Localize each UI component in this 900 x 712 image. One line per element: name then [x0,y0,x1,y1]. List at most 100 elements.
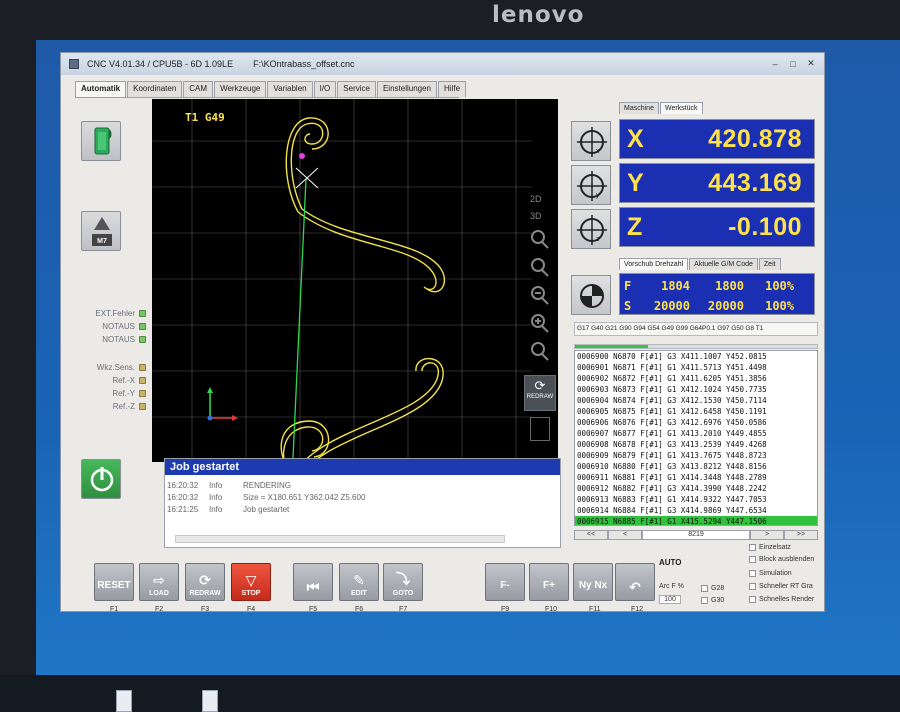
stop-button[interactable]: ▽ STOP [231,563,271,601]
maximize-button[interactable]: □ [785,57,801,70]
nc-line[interactable]: 0006909 N6879 F[#1] G1 X413.7675 Y448.87… [575,450,817,461]
nav-line-field[interactable]: 8219 [642,530,750,540]
active-gcodes: G17 G40 G21 G90 G94 G54 G49 G99 G64P0.1 … [574,322,818,336]
log-horizontal-scrollbar[interactable] [175,535,505,543]
option-simulation[interactable]: Simulation [749,570,792,577]
view-2d-button[interactable]: 2D [530,194,542,204]
reset-button[interactable]: RESET [94,563,134,601]
zero-y-button[interactable]: y [571,165,611,205]
function-key-label: F9 [501,606,510,612]
nc-line[interactable]: 0006906 N6876 F[#1] G3 X412.6976 Y450.05… [575,417,817,428]
tab-zeit[interactable]: Zeit [758,258,781,270]
dro-z: Z -0.100 [619,207,815,247]
nc-line-current[interactable]: 0006915 N6885 F[#1] G1 X415.5294 Y447.15… [575,516,817,525]
nc-line[interactable]: 0006912 N6882 F[#1] G3 X414.3990 Y448.22… [575,483,817,494]
nav-next-button[interactable]: > [750,530,784,540]
f-button[interactable]: F+ [529,563,569,601]
tool-status-label: T1 G49 [185,111,225,124]
tab-hilfe[interactable]: Hilfe [438,81,467,97]
tab-cam[interactable]: CAM [183,81,214,97]
nc-line[interactable]: 0006907 N6877 F[#1] G1 X413.2010 Y449.48… [575,428,817,439]
status-led [139,377,146,384]
tab-service[interactable]: Service [337,81,376,97]
svg-text:y: y [596,192,600,199]
arc-feed-input[interactable]: 100 [659,595,681,604]
nc-program-list[interactable]: 0006900 N6870 F[#1] G3 X411.1007 Y452.08… [574,350,818,526]
ny-nx-button[interactable]: Ny Nx [573,563,613,601]
tab-maschine[interactable]: Maschine [619,102,659,114]
status-ref-y: Ref.-Y [69,389,146,398]
f-button[interactable]: F- [485,563,525,601]
tab-variablen[interactable]: Variablen [267,81,313,97]
tab-werkstueck[interactable]: Werkstück [659,102,703,114]
tab-aktuelle-gm-code[interactable]: Aktuelle G/M Code [689,258,758,270]
minimize-button[interactable]: – [767,57,783,70]
redraw-view-button[interactable]: ⟳ REDRAW [524,375,556,411]
zoom-icon [531,230,549,249]
view-frame-icon[interactable] [530,417,550,441]
nc-line[interactable]: 0006914 N6884 F[#1] G3 X414.9869 Y447.65… [575,505,817,516]
nc-line[interactable]: 0006911 N6881 F[#1] G1 X414.3448 Y448.27… [575,472,817,483]
status-led [139,336,146,343]
option-schnelles-rendern[interactable]: Schnelles Render [749,596,814,603]
tab-koordinaten[interactable]: Koordinaten [127,81,183,97]
goto-button[interactable]: ⤵ GOTO [383,563,423,601]
nc-line[interactable]: 0006902 N6872 F[#1] G1 X411.6205 Y451.38… [575,373,817,384]
edit-icon: ✎ [353,572,365,588]
status-notaus-1: NOTAUS [69,322,146,331]
zoom-fit-icon [531,258,549,277]
m7-coolant-button[interactable]: M7 [81,211,121,251]
checkbox-g30[interactable]: G30 [701,597,724,604]
nc-line[interactable]: 0006901 N6871 F[#1] G1 X411.5713 Y451.44… [575,362,817,373]
nav-prev-button[interactable]: < [608,530,642,540]
desktop-file-icon[interactable] [202,690,218,712]
function-button-label: RESET [97,580,131,591]
tab-einstellungen[interactable]: Einstellungen [376,81,438,97]
checkbox-box [749,570,756,577]
option-einzelsatz[interactable]: Einzelsatz [749,544,791,551]
option-block-ausblenden[interactable]: Block ausblenden [749,556,814,563]
home-button[interactable] [571,275,611,315]
crosshair-z-icon: z [577,215,607,245]
nav-first-button[interactable]: << [574,530,608,540]
skip-back-button[interactable]: ⏮ [293,563,333,601]
toolpath-graphics [152,99,532,462]
coordinate-tabs: Maschine Werkstück [619,102,704,114]
undo-button[interactable]: ↶ [615,563,655,601]
zero-z-button[interactable]: z [571,209,611,249]
nc-line[interactable]: 0006910 N6880 F[#1] G3 X413.8212 Y448.81… [575,461,817,472]
window-file-path: F:\KOntrabass_offset.cnc [253,59,355,69]
svg-text:x: x [596,148,600,155]
toolpath-view[interactable]: T1 G49 2D 3D ⟳ REDRAW [152,99,558,462]
close-button[interactable]: ✕ [803,57,819,70]
log-row: 16:20:32 Info Size = X180.651 Y362.042 Z5.… [167,492,366,502]
nav-last-button[interactable]: >> [784,530,818,540]
nc-line[interactable]: 0006900 N6870 F[#1] G3 X411.1007 Y452.08… [575,351,817,362]
function-button-label: REDRAW [189,590,221,597]
tab-io[interactable]: I/O [313,81,337,97]
log-header: Job gestartet [165,459,560,475]
nc-line[interactable]: 0006913 N6883 F[#1] G1 X414.9322 Y447.70… [575,494,817,505]
redraw-button[interactable]: ⟳ REDRAW [185,563,225,601]
zero-x-button[interactable]: x [571,121,611,161]
edit-button[interactable]: ✎ EDIT [339,563,379,601]
nc-line[interactable]: 0006904 N6874 F[#1] G3 X412.1530 Y450.71… [575,395,817,406]
tab-automatik[interactable]: Automatik [75,81,127,97]
load-button[interactable]: ⇨ LOAD [139,563,179,601]
nc-line[interactable]: 0006908 N6878 F[#1] G3 X413.2539 Y449.42… [575,439,817,450]
tab-vorschub-drehzahl[interactable]: Vorschub Drehzahl [619,258,689,270]
option-schneller-rt-grafik[interactable]: Schneller RT Gra [749,583,813,590]
nc-line[interactable]: 0006905 N6875 F[#1] G1 X412.6458 Y450.11… [575,406,817,417]
view-3d-button[interactable]: 3D [530,211,542,221]
monitor-bezel: lenovo CNC V4.01.34 / CPU5B - 6D 1.09LE … [0,0,900,712]
status-ref-x: Ref.-X [69,376,146,385]
dro-y: Y 443.169 [619,163,815,203]
power-button[interactable] [81,459,121,499]
dro-value: -0.100 [728,212,802,241]
spindle-button[interactable] [81,121,121,161]
checkbox-g28[interactable]: G28 [701,585,724,592]
desktop-file-icon[interactable] [116,690,132,712]
function-button-label: LOAD [149,590,169,597]
nc-line[interactable]: 0006903 N6873 F[#1] G1 X412.1024 Y450.77… [575,384,817,395]
tab-werkzeuge[interactable]: Werkzeuge [214,81,267,97]
